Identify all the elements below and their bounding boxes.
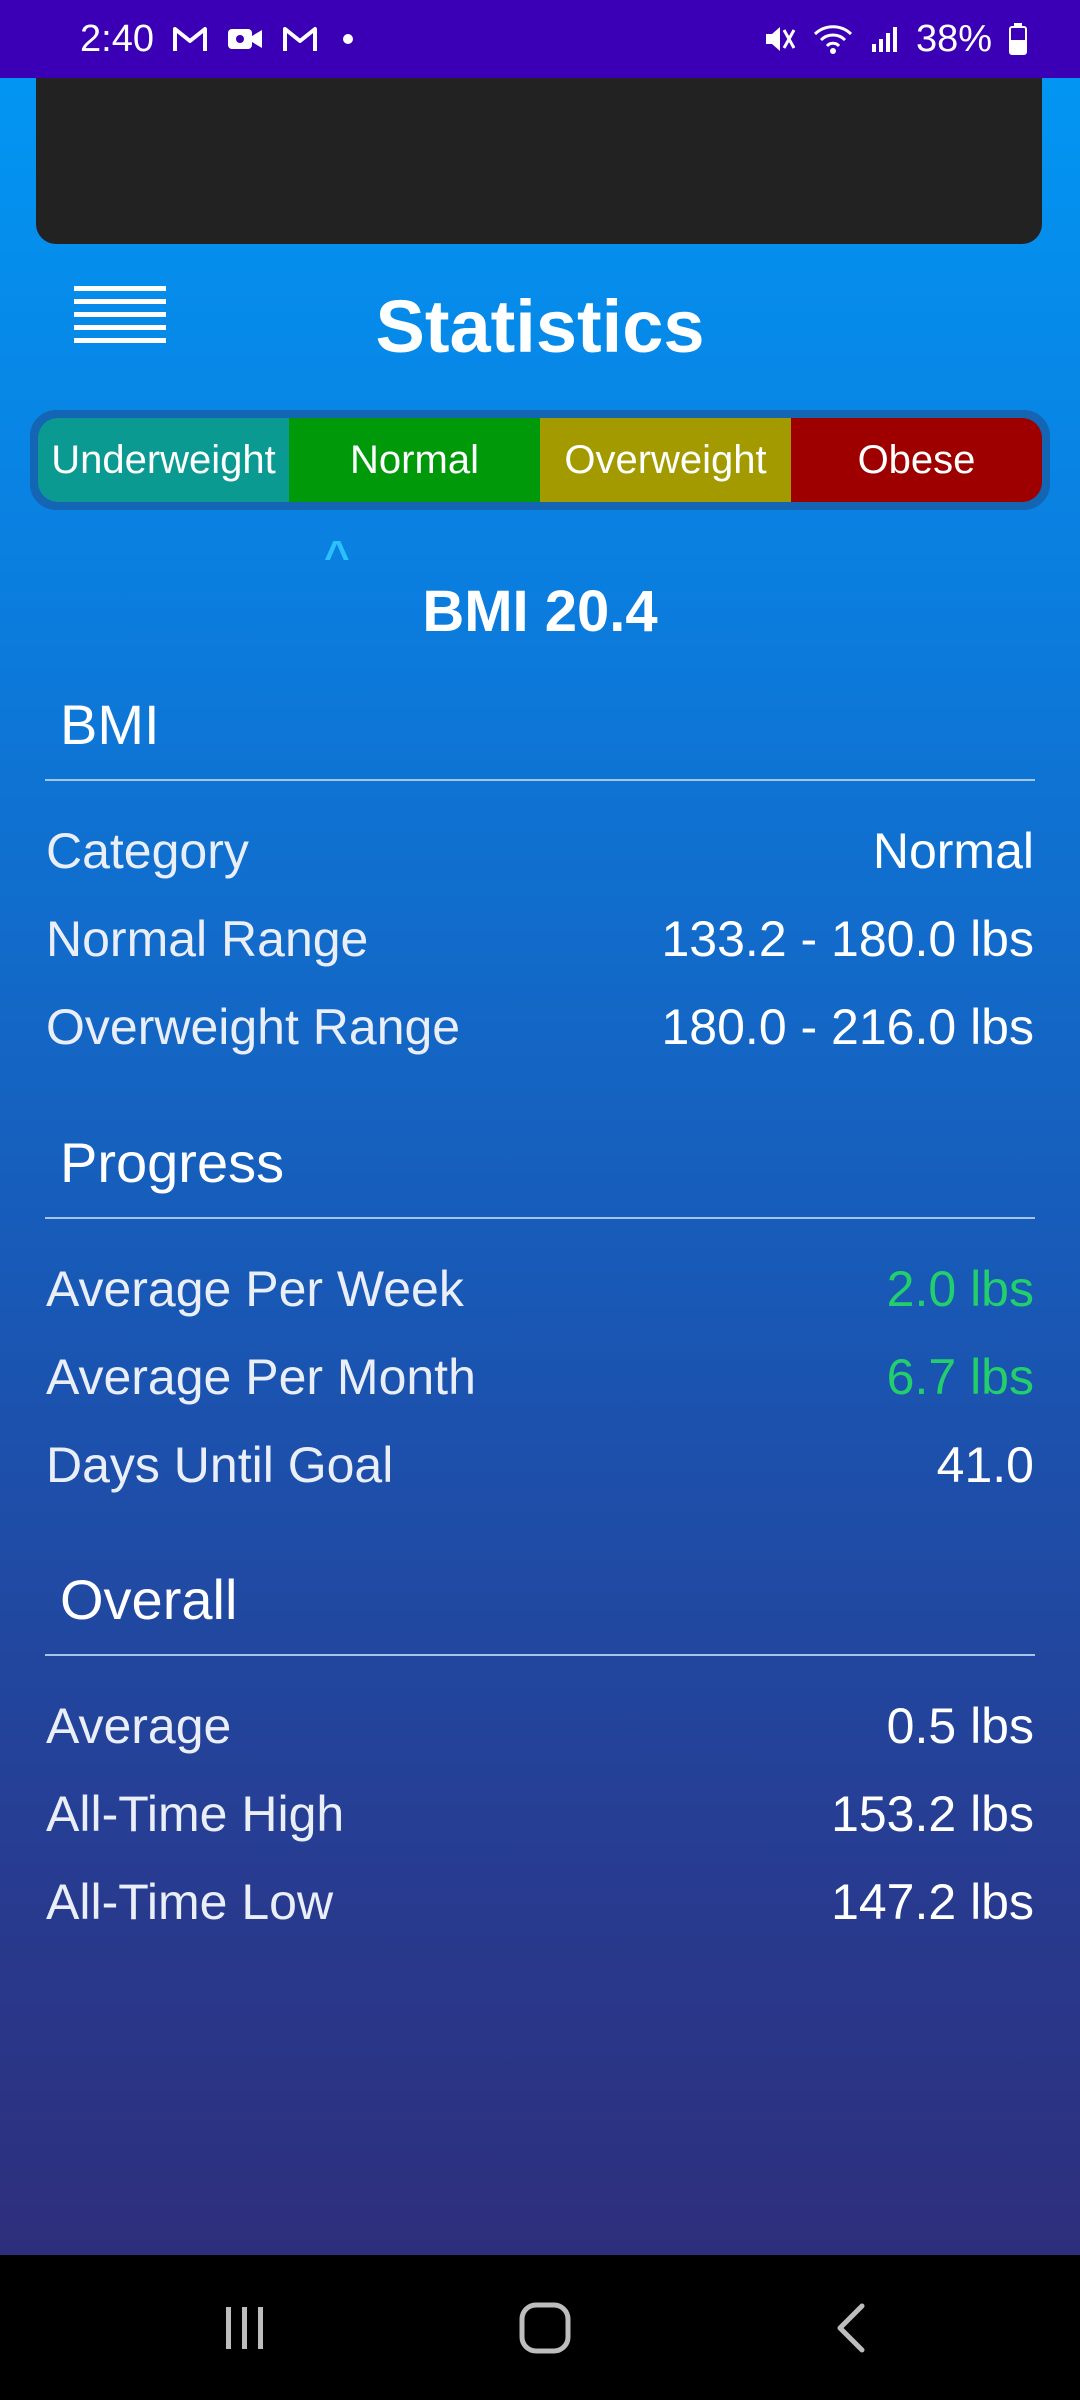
gmail-icon [172, 25, 208, 53]
recents-icon[interactable] [205, 2255, 285, 2400]
status-time: 2:40 [80, 17, 154, 60]
stat-label: All-Time High [46, 1786, 345, 1842]
segment-underweight: Underweight [38, 418, 289, 502]
stat-value: 180.0 - 216.0 lbs [661, 999, 1035, 1055]
battery-icon [1008, 22, 1028, 56]
wifi-icon [812, 22, 854, 56]
stat-row-average: Average 0.5 lbs [46, 1697, 1034, 1755]
stat-label: Average Per Week [46, 1261, 464, 1317]
segment-obese: Obese [791, 418, 1042, 502]
stat-row-overweight-range: Overweight Range 180.0 - 216.0 lbs [46, 998, 1034, 1056]
home-icon[interactable] [505, 2255, 585, 2400]
section-title-progress: Progress [60, 1131, 285, 1194]
stat-value: 6.7 lbs [886, 1349, 1034, 1405]
notification-dot-icon [336, 27, 360, 51]
segment-overweight: Overweight [540, 418, 791, 502]
stat-row-days-until-goal: Days Until Goal 41.0 [46, 1436, 1034, 1494]
stat-label: Normal Range [46, 911, 369, 967]
stat-row-category: Category Normal [46, 822, 1034, 880]
stat-value: 133.2 - 180.0 lbs [661, 911, 1035, 967]
status-right: 38% [762, 0, 1028, 78]
page-title: Statistics [375, 285, 705, 368]
app-screen: 2:40 38% Statistics Underweight Normal O… [0, 0, 1080, 2255]
bmi-pointer-icon: ^ [324, 532, 350, 581]
section-divider [45, 1654, 1035, 1656]
section-divider [45, 779, 1035, 781]
status-bar: 2:40 38% [0, 0, 1080, 78]
stat-value: Normal [872, 823, 1034, 879]
bmi-category-bar: Underweight Normal Overweight Obese [30, 410, 1050, 510]
stat-row-all-time-high: All-Time High 153.2 lbs [46, 1785, 1034, 1843]
stat-label: Days Until Goal [46, 1437, 394, 1493]
section-title-overall: Overall [60, 1568, 238, 1631]
stat-value: 147.2 lbs [831, 1874, 1034, 1930]
stat-label: Average [46, 1698, 232, 1754]
stat-label: All-Time Low [46, 1874, 334, 1930]
stat-value: 153.2 lbs [831, 1786, 1034, 1842]
stat-row-average-per-week: Average Per Week 2.0 lbs [46, 1260, 1034, 1318]
stat-label: Category [46, 823, 249, 879]
stat-row-normal-range: Normal Range 133.2 - 180.0 lbs [46, 910, 1034, 968]
stat-row-all-time-low: All-Time Low 147.2 lbs [46, 1873, 1034, 1931]
mute-icon [762, 22, 796, 56]
navigation-bar [0, 2255, 1080, 2400]
gmail-icon-2 [282, 25, 318, 53]
stat-label: Average Per Month [46, 1349, 476, 1405]
ad-banner[interactable] [36, 78, 1042, 244]
stat-row-average-per-month: Average Per Month 6.7 lbs [46, 1348, 1034, 1406]
segment-normal: Normal [289, 418, 540, 502]
stat-value: 2.0 lbs [886, 1261, 1034, 1317]
stat-label: Overweight Range [46, 999, 461, 1055]
stat-value: 0.5 lbs [886, 1698, 1034, 1754]
video-camera-icon [226, 25, 264, 53]
signal-icon [870, 24, 900, 54]
stat-value: 41.0 [936, 1437, 1034, 1493]
section-title-bmi: BMI [60, 693, 160, 756]
back-icon[interactable] [810, 2255, 890, 2400]
status-left: 2:40 [80, 0, 360, 78]
section-divider [45, 1217, 1035, 1219]
bmi-value: BMI 20.4 [422, 579, 658, 644]
battery-percentage: 38% [915, 17, 992, 60]
